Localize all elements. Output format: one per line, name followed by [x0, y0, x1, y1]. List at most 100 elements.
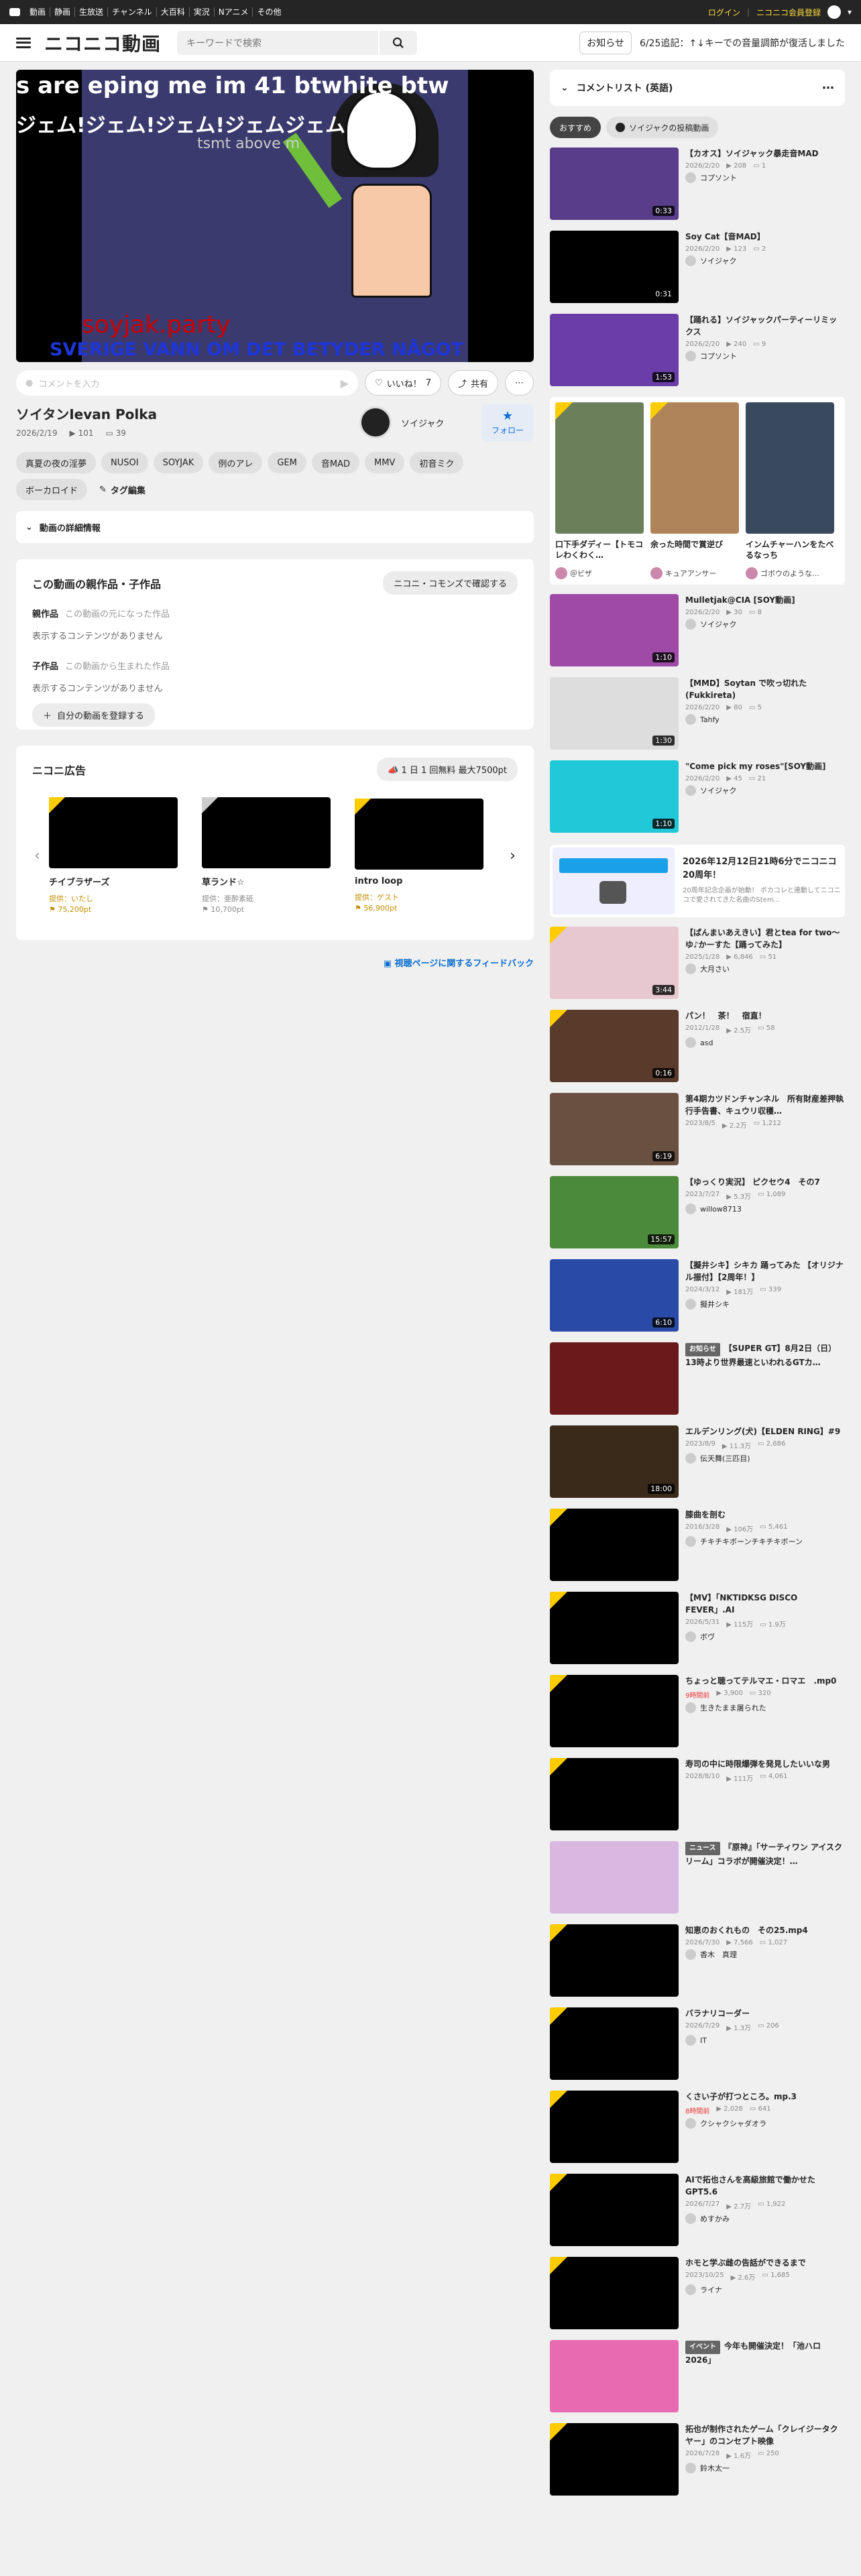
recommend-item[interactable]: 18:00 エルデンリング(犬)【ELDEN RING】#9 2023/8/9 ▶ 1… [550, 1425, 845, 1499]
tab-recommend[interactable]: おすすめ [550, 117, 601, 138]
tag-item[interactable]: ボーカロイド [16, 479, 88, 500]
comment-input[interactable]: ● コメントを入力 ▶ [16, 370, 359, 396]
recommend-item[interactable]: お知らせ 【SUPER GT】8月2日（日）13時より世界最速といわれるGTカ… [550, 1342, 845, 1416]
recommend-thumbnail[interactable] [550, 2423, 679, 2496]
top-nav-other[interactable]: その他 [253, 7, 285, 17]
recommend-thumbnail[interactable]: 0:31 [550, 231, 679, 303]
recommend-thumbnail[interactable] [550, 2091, 679, 2163]
recommend-item[interactable]: 拓也が制作されたゲーム「クレイジータクヤー」のコンセプト映像 2026/7/28 ▶… [550, 2423, 845, 2497]
nicoad-thumbnail[interactable] [49, 797, 178, 868]
recommend-thumbnail[interactable] [550, 2174, 679, 2246]
recommend-item[interactable]: バラナリコーダー 2026/7/29 ▶ 1.3万 ▭ 206 IT [550, 2007, 845, 2081]
recommend-thumbnail[interactable]: 15:57 [550, 1176, 679, 1248]
search-input[interactable] [177, 30, 379, 55]
owner-avatar[interactable] [359, 406, 392, 438]
chevron-down-icon[interactable]: ▾ [848, 7, 852, 17]
recommend-item[interactable]: 1:10 "Come pick my roses"[SOY動画] 2026/2/20… [550, 760, 845, 834]
tag-item[interactable]: 初音ミク [410, 452, 464, 473]
recommend-thumbnail[interactable]: 1:10 [550, 760, 679, 833]
register-own-video-button[interactable]: ＋自分の動画を登録する [32, 703, 156, 727]
recommend-owner[interactable]: ソイジャク [685, 255, 845, 266]
recommend-thumbnail[interactable]: 1:10 [550, 594, 679, 666]
notice-text[interactable]: 6/25追記：↑↓キーでの音量調節が復活しました [640, 36, 845, 50]
recommend-item[interactable]: くさい子が打つところ。mp.3 8時間前 ▶ 2,028 ▭ 641 クシャクシャダオラ [550, 2091, 845, 2164]
recommend-thumbnail[interactable] [550, 1342, 679, 1415]
top-nav-jikkyo[interactable]: 実況 [190, 7, 215, 17]
recommend-owner[interactable]: クシャクシャダオラ [685, 2118, 845, 2129]
side-nicoad-thumbnail[interactable] [650, 402, 739, 534]
nicoad-free-button[interactable]: 📣 1 日 1 回無料 最大7500pt [377, 758, 518, 781]
recommend-owner[interactable]: コプソント [685, 172, 845, 183]
recommend-item[interactable]: 膝曲を剖む 2016/3/28 ▶ 106万 ▭ 5,461 チキチキボーンチキチキボー… [550, 1509, 845, 1582]
recommend-owner[interactable]: めすかみ [685, 2213, 845, 2224]
recommend-owner[interactable]: willow8713 [685, 1204, 845, 1214]
nicoad-thumbnail[interactable] [202, 797, 331, 868]
recommend-item[interactable]: 6:10 【擬井シキ】シキカ 踊ってみた 【オリジナル振付】【2周年！】 2024/… [550, 1259, 845, 1333]
recommend-owner[interactable]: 伝天舞(三匹目) [685, 1453, 845, 1464]
notice-button[interactable]: お知らせ [579, 31, 632, 54]
top-nav-video[interactable]: 動画 [25, 7, 51, 17]
comment-list-toggle[interactable]: ⌄ コメントリスト (英語) ⋯ [550, 70, 845, 106]
register-link[interactable]: ニコニコ会員登録 [756, 7, 821, 18]
recommend-thumbnail[interactable] [550, 1675, 679, 1747]
recommend-owner[interactable]: 生きたまま屠られた [685, 1702, 845, 1713]
share-button[interactable]: ⤴ 共有 [447, 370, 498, 396]
recommend-thumbnail[interactable] [550, 2340, 679, 2412]
recommend-thumbnail[interactable]: 1:30 [550, 677, 679, 750]
recommend-item[interactable]: 0:33 【カオス】ソイジャック暴走音MAD 2026/2/20 ▶ 208 ▭ 1 コプ… [550, 148, 845, 221]
nicoad-thumbnail[interactable] [355, 799, 483, 870]
recommend-thumbnail[interactable]: 0:33 [550, 148, 679, 220]
site-logo[interactable]: ニコニコ動画 [44, 30, 161, 56]
prev-arrow-icon[interactable]: ‹ [32, 847, 42, 864]
tag-item[interactable]: NUSOI [101, 452, 148, 473]
recommend-thumbnail[interactable] [550, 1592, 679, 1664]
recommend-owner[interactable]: 大月さい [685, 963, 845, 974]
feedback-link[interactable]: ▣ 視聴ページに関するフィードバック [16, 956, 534, 969]
recommend-thumbnail[interactable] [550, 1509, 679, 1581]
recommend-thumbnail[interactable] [550, 2007, 679, 2080]
recommend-owner[interactable]: 鈴木太一 [685, 2463, 845, 2473]
commons-button[interactable]: ニコニ・コモンズで確認する [383, 571, 518, 595]
nicoad-item[interactable]: チイブラザーズ 提供：いたし ⚑ 75,200pt [49, 797, 178, 914]
recommend-item[interactable]: 【MV】「NKTIDKSG DISCO FEVER」.AI 2026/5/31 ▶ … [550, 1592, 845, 1665]
recommend-item[interactable]: 1:10 Mulletjak@CIA [SOY動画] 2026/2/20 ▶ 30 ▭ … [550, 594, 845, 668]
tag-edit-button[interactable]: ✎ タグ編集 [93, 479, 152, 500]
recommend-owner[interactable]: コプソント [685, 351, 845, 361]
side-nicoad-thumbnail[interactable] [555, 402, 644, 534]
top-nav-live[interactable]: 生放送 [75, 7, 109, 17]
recommend-thumbnail[interactable] [550, 1924, 679, 1997]
search-button[interactable] [380, 30, 418, 55]
tag-item[interactable]: 真夏の夜の淫夢 [16, 452, 97, 473]
promo-thumbnail[interactable] [553, 847, 675, 915]
recommend-item[interactable]: ニュース 『原神』「サーティワン アイスクリーム」コラボが開催決定！… [550, 1841, 845, 1915]
recommend-item[interactable]: 1:30 【MMD】Soytan で吹っ切れた(Fukkireta) 2026/2/… [550, 677, 845, 751]
side-nicoad-item[interactable]: 口下手ダディー【トモコレわくわく… ＠ビザ [555, 402, 644, 579]
recommend-thumbnail[interactable]: 3:44 [550, 927, 679, 999]
top-nav-seiga[interactable]: 静画 [50, 7, 76, 17]
recommend-owner[interactable]: asd [685, 1037, 845, 1048]
top-nav-channel[interactable]: チャンネル [108, 7, 157, 17]
recommend-thumbnail[interactable]: 1:53 [550, 314, 679, 386]
niconico-icon[interactable] [9, 8, 20, 16]
tag-item[interactable]: 例のアレ [209, 452, 263, 473]
like-button[interactable]: ♡ いいね！ 7 [365, 370, 441, 396]
tab-owner-videos[interactable]: ソイジャクの投稿動画 [606, 117, 719, 138]
user-avatar-icon[interactable] [827, 5, 841, 19]
recommend-item[interactable]: 6:19 第4期カツドンチャンネル 所有財産差押執行手告書、キュウリ収穫… 2023… [550, 1093, 845, 1167]
login-link[interactable]: ログイン [708, 7, 740, 18]
nicoad-item[interactable]: 草ランド☆ 提供：亜酔素砥 ⚑ 10,700pt [202, 797, 331, 914]
niconico-20th-promo[interactable]: 2026年12月12日21時6分でニコニコ20周年！ 20周年記念企画が始動！ … [550, 845, 845, 917]
tag-item[interactable]: SOYJAK [153, 452, 204, 473]
recommend-owner[interactable]: IT [685, 2035, 845, 2046]
recommend-thumbnail[interactable] [550, 2257, 679, 2329]
nicoad-item[interactable]: intro loop 提供：ゲスト ⚑ 56,900pt [355, 799, 483, 913]
top-nav-dic[interactable]: 大百科 [157, 7, 190, 17]
recommend-owner[interactable]: ソイジャク [685, 619, 845, 630]
tag-item[interactable]: 音MAD [311, 452, 359, 473]
side-nicoad-item[interactable]: 余った時間で賞逆び キュアアンサー [650, 402, 739, 579]
send-icon[interactable]: ▶ [341, 377, 349, 390]
recommend-item[interactable]: 0:31 Soy Cat【音MAD】 2026/2/20 ▶ 123 ▭ 2 ソイジャク [550, 231, 845, 304]
video-player[interactable]: s are eping me im 41 btwhite btw ジェム!ジェム… [16, 70, 534, 362]
side-nicoad-thumbnail[interactable] [746, 402, 834, 534]
recommend-owner[interactable]: Tahfy [685, 714, 845, 725]
